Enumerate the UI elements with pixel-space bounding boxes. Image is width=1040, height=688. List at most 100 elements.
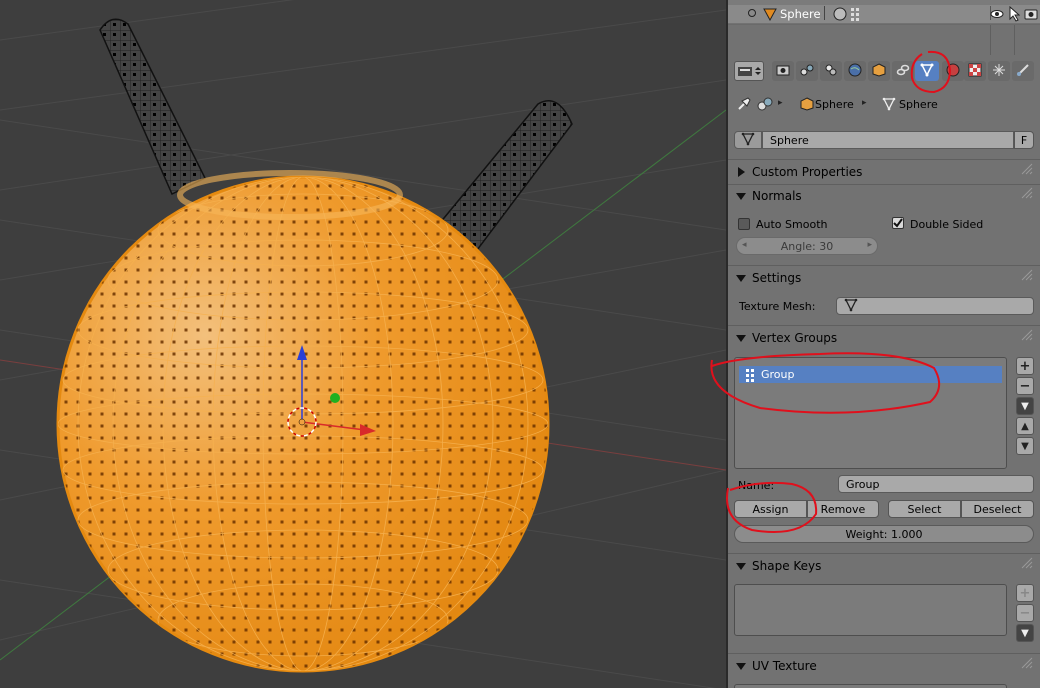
- move-up-button[interactable]: ▲: [1016, 417, 1034, 435]
- render-layers-icon: [800, 63, 814, 80]
- texture-mesh-field[interactable]: [836, 297, 1034, 315]
- mesh-vertex-icon: [920, 63, 934, 80]
- expanded-arrow-icon: [736, 662, 746, 670]
- panel-normals[interactable]: Normals: [732, 186, 802, 206]
- pin-icon[interactable]: [736, 96, 752, 115]
- panel-settings[interactable]: Settings: [732, 268, 801, 288]
- drag-grip-icon[interactable]: [1020, 162, 1034, 176]
- mesh-name-field[interactable]: Sphere: [762, 131, 1014, 149]
- particles-icon: [992, 63, 1006, 80]
- viewport-scene: [0, 0, 726, 688]
- tab-mesh-data[interactable]: [915, 61, 939, 81]
- expand-icon[interactable]: [748, 9, 756, 17]
- remove-button[interactable]: Remove: [807, 500, 879, 518]
- tab-material[interactable]: [942, 61, 964, 81]
- tab-world[interactable]: [844, 61, 866, 81]
- render-camera-icon[interactable]: [1024, 7, 1038, 24]
- texture-checker-icon: [968, 63, 982, 80]
- uv-texture-list[interactable]: [734, 684, 1007, 688]
- weight-slider[interactable]: Weight: 1.000: [734, 525, 1034, 543]
- drag-grip-icon[interactable]: [1020, 328, 1034, 342]
- deselect-button[interactable]: Deselect: [961, 500, 1034, 518]
- auto-smooth-checkbox[interactable]: [738, 218, 750, 230]
- drag-grip-icon[interactable]: [1020, 268, 1034, 282]
- scene-icon: [824, 63, 838, 80]
- sphere-mesh: [56, 170, 550, 673]
- vertex-group-list[interactable]: Group: [734, 357, 1007, 469]
- breadcrumb-arrow-icon: ▸: [862, 98, 867, 108]
- breadcrumb-object: Sphere: [815, 98, 854, 111]
- property-tabs: [728, 55, 1040, 87]
- shape-key-list[interactable]: [734, 584, 1007, 636]
- remove-shape-key-button[interactable]: −: [1016, 604, 1034, 622]
- angle-value: Angle: 30: [780, 239, 834, 253]
- chain-link-icon: [896, 63, 910, 80]
- add-shape-key-button[interactable]: +: [1016, 584, 1034, 602]
- panel-shape-keys[interactable]: Shape Keys: [732, 556, 821, 576]
- checkmark-icon: [893, 218, 903, 228]
- list-item[interactable]: Group: [739, 366, 1002, 383]
- drag-grip-icon[interactable]: [1020, 556, 1034, 570]
- panel-title: Custom Properties: [752, 165, 863, 179]
- mesh-vertex-icon: [882, 97, 896, 114]
- tab-physics[interactable]: [1012, 61, 1034, 81]
- breadcrumb: ▸ Sphere ▸ Sphere: [728, 92, 1040, 116]
- tab-object[interactable]: [868, 61, 890, 81]
- 3d-viewport[interactable]: [0, 0, 726, 688]
- camera-icon: [776, 64, 790, 79]
- panel-uv-texture[interactable]: UV Texture: [732, 656, 817, 676]
- select-button[interactable]: Select: [888, 500, 961, 518]
- tab-constraints[interactable]: [892, 61, 914, 81]
- drag-grip-icon[interactable]: [1020, 656, 1034, 670]
- weight-value: Weight: 1.000: [845, 527, 923, 541]
- vertex-group-specials-button[interactable]: ▼: [1016, 397, 1034, 415]
- breadcrumb-mesh: Sphere: [899, 98, 938, 111]
- panel-title: Settings: [752, 271, 802, 285]
- name-label: Name:: [738, 479, 775, 492]
- tab-render-layers[interactable]: [796, 61, 818, 81]
- vertex-group-icon: [850, 7, 864, 24]
- assign-button[interactable]: Assign: [734, 500, 807, 518]
- object-cube-icon: [800, 97, 814, 114]
- shape-key-specials-button[interactable]: ▼: [1016, 624, 1034, 642]
- decrement-arrow-icon[interactable]: ◂: [742, 240, 747, 250]
- list-item-label: Group: [761, 368, 795, 381]
- object-cube-icon: [872, 62, 886, 80]
- texture-mesh-label: Texture Mesh:: [739, 300, 816, 313]
- move-down-button[interactable]: ▼: [1016, 437, 1034, 455]
- expanded-arrow-icon: [736, 192, 746, 200]
- eye-icon[interactable]: [990, 7, 1004, 24]
- plus-icon: +: [1019, 358, 1031, 374]
- drag-grip-icon[interactable]: [1020, 186, 1034, 200]
- remove-vertex-group-button[interactable]: −: [1016, 377, 1034, 395]
- material-sphere-icon: [946, 63, 960, 80]
- tab-particles[interactable]: [988, 61, 1010, 81]
- panel-custom-properties[interactable]: Custom Properties: [732, 162, 862, 182]
- vertex-group-name-field[interactable]: Group: [838, 475, 1034, 493]
- angle-slider[interactable]: ◂ Angle: 30 ▸: [736, 237, 878, 255]
- outliner-object-name[interactable]: Sphere: [780, 7, 821, 21]
- outliner: Sphere: [728, 0, 1040, 55]
- fake-user-button[interactable]: F: [1014, 131, 1034, 149]
- tab-render[interactable]: [772, 61, 794, 81]
- properties-editor: Sphere ▸ Sphere ▸ Sphere Sphere F Custom…: [728, 0, 1040, 688]
- panel-title: Vertex Groups: [752, 331, 838, 345]
- editor-type-dropdown[interactable]: [734, 61, 764, 81]
- minus-icon: −: [1019, 378, 1031, 394]
- left-handle: [99, 18, 207, 196]
- chevron-down-icon: ▼: [1021, 627, 1029, 639]
- collapsed-arrow-icon: [738, 167, 745, 177]
- panel-vertex-groups[interactable]: Vertex Groups: [732, 328, 837, 348]
- double-sided-checkbox[interactable]: [892, 217, 904, 229]
- tab-scene[interactable]: [820, 61, 842, 81]
- tab-texture[interactable]: [964, 61, 986, 81]
- world-icon: [848, 63, 862, 80]
- increment-arrow-icon[interactable]: ▸: [867, 240, 872, 250]
- outliner-row-sphere[interactable]: Sphere: [728, 5, 1040, 23]
- cursor-select-icon[interactable]: [1008, 5, 1021, 25]
- breadcrumb-arrow-icon: ▸: [778, 98, 783, 108]
- mesh-browse-button[interactable]: [734, 131, 762, 149]
- panel-title: Shape Keys: [752, 559, 822, 573]
- mesh-vertex-icon: [741, 132, 755, 149]
- add-vertex-group-button[interactable]: +: [1016, 357, 1034, 375]
